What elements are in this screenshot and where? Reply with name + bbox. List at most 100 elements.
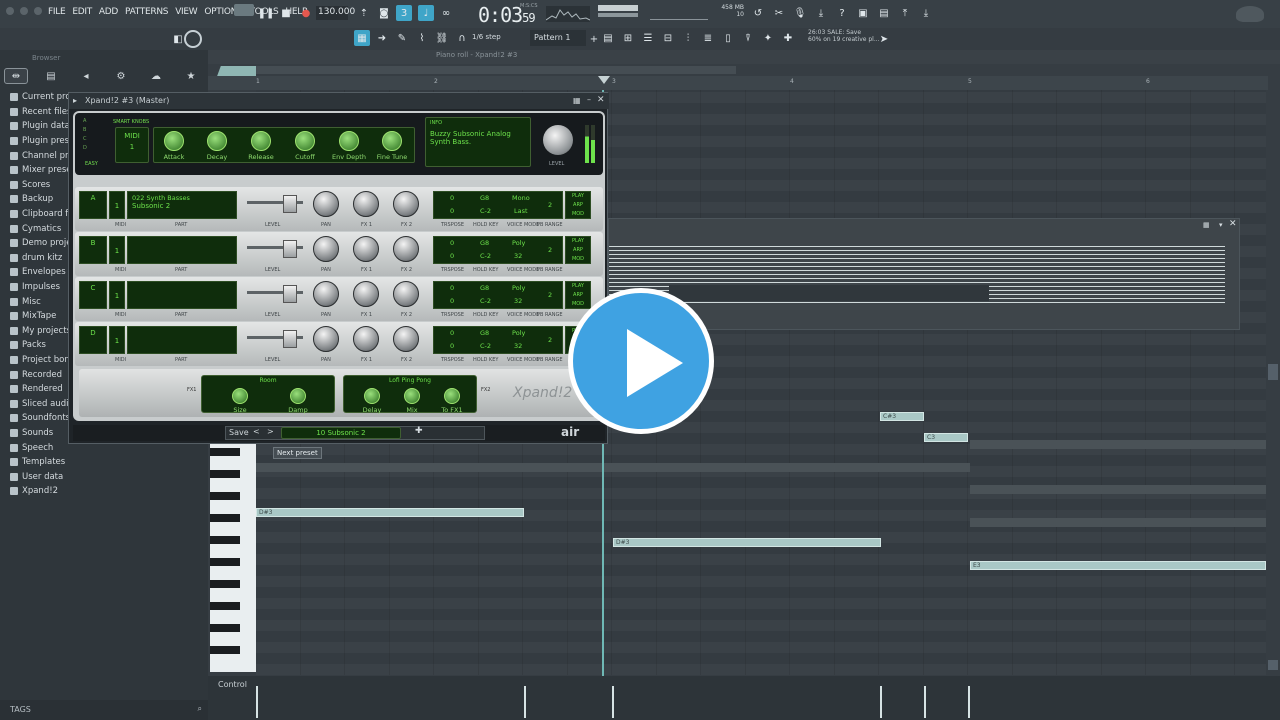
playlist-icon[interactable]: ▤ bbox=[600, 30, 616, 46]
mode-arp[interactable]: ARP bbox=[566, 291, 590, 300]
prev-preset-button[interactable]: < bbox=[253, 427, 260, 436]
pan-knob[interactable] bbox=[313, 191, 339, 217]
voice-mode[interactable]: Mono bbox=[512, 194, 530, 202]
step-edit-icon[interactable]: ♩ bbox=[418, 5, 434, 21]
fx1-knob[interactable] bbox=[353, 326, 379, 352]
channel-rack-icon[interactable]: ⊟ bbox=[660, 30, 676, 46]
mix-knob[interactable] bbox=[404, 388, 420, 404]
pitch-slider[interactable] bbox=[650, 4, 708, 20]
dot-icon[interactable] bbox=[20, 7, 28, 15]
voice-mode[interactable]: Poly bbox=[512, 329, 525, 337]
dot-icon[interactable] bbox=[34, 7, 42, 15]
browser-item[interactable]: Sliced audi bbox=[10, 396, 70, 411]
part-letter-button[interactable]: B bbox=[79, 236, 107, 264]
part-letter-button[interactable]: C bbox=[79, 281, 107, 309]
velocity-bar[interactable] bbox=[880, 686, 882, 718]
tempo-icon[interactable]: ✦ bbox=[760, 30, 776, 46]
plugin-icon[interactable]: ▯ bbox=[720, 30, 736, 46]
part-name-display[interactable] bbox=[127, 281, 237, 309]
fx1-knob[interactable] bbox=[353, 191, 379, 217]
transpose-value[interactable]: 0 bbox=[450, 342, 454, 350]
voice-mode[interactable]: Poly bbox=[512, 284, 525, 292]
wrench-icon[interactable]: ✚ bbox=[415, 426, 423, 436]
menu-view[interactable]: VIEW bbox=[175, 7, 198, 17]
faders-icon[interactable]: ⫶ bbox=[680, 30, 696, 46]
black-key[interactable] bbox=[210, 492, 240, 500]
fx2-name[interactable]: Lofi Ping Pong bbox=[344, 377, 476, 384]
browser-item[interactable]: Xpand!2 bbox=[10, 484, 70, 499]
mode-play[interactable]: PLAY bbox=[566, 192, 590, 201]
pb-range[interactable]: 2 bbox=[548, 201, 552, 209]
plugin-menu-icon[interactable]: ▸ bbox=[73, 96, 77, 105]
mode-mod[interactable]: MOD bbox=[566, 300, 590, 309]
mode-mod[interactable]: MOD bbox=[566, 210, 590, 219]
menu-file[interactable]: FILE bbox=[48, 7, 66, 17]
easy-label[interactable]: EASY bbox=[85, 161, 98, 167]
browser-item[interactable]: drum kitz bbox=[10, 251, 70, 266]
timeline-ruler[interactable]: 1 2 3 4 5 6 bbox=[208, 76, 1268, 90]
scroll-handle[interactable] bbox=[1268, 660, 1278, 670]
black-key[interactable] bbox=[210, 514, 240, 522]
import-icon[interactable]: ⤓ bbox=[918, 5, 934, 21]
black-key[interactable] bbox=[210, 580, 240, 588]
fx1-knob[interactable] bbox=[353, 236, 379, 262]
wait-icon[interactable]: ◙ bbox=[376, 5, 392, 21]
preset-name[interactable]: 10 Subsonic 2 bbox=[281, 427, 401, 439]
transpose-value[interactable]: 0 bbox=[450, 194, 454, 202]
news-arrow-icon[interactable]: ➤ bbox=[876, 31, 892, 47]
render-icon[interactable]: ⤒ bbox=[897, 5, 913, 21]
fine-tune-knob[interactable] bbox=[382, 131, 402, 151]
news-panel[interactable]: 26:03 SALE: Save 60% on 19 creative pl... bbox=[808, 29, 880, 43]
browser-item[interactable]: Channel pr bbox=[10, 148, 70, 163]
damp-knob[interactable] bbox=[290, 388, 306, 404]
transpose-value[interactable]: 0 bbox=[450, 297, 454, 305]
save-icon[interactable]: ▣ bbox=[855, 5, 871, 21]
mode-mod[interactable]: MOD bbox=[566, 255, 590, 264]
note[interactable]: E3 bbox=[970, 561, 1266, 570]
download-icon[interactable]: ⤓ bbox=[813, 5, 829, 21]
minimize-icon[interactable]: – bbox=[587, 95, 591, 104]
note[interactable]: C#3 bbox=[880, 412, 924, 421]
pan-knob[interactable] bbox=[313, 281, 339, 307]
note[interactable]: D#3 bbox=[256, 508, 524, 517]
touch-icon[interactable]: ⍒ bbox=[740, 30, 756, 46]
high-key[interactable]: G8 bbox=[480, 194, 489, 202]
cut-icon[interactable]: ✂ bbox=[771, 5, 787, 21]
vertical-scrollbar[interactable] bbox=[1268, 364, 1278, 380]
browser-item[interactable]: Mixer prese bbox=[10, 163, 70, 178]
browser-item[interactable]: Envelopes bbox=[10, 265, 70, 280]
loop-icon[interactable]: ∞ bbox=[438, 5, 454, 21]
attack-knob[interactable] bbox=[164, 131, 184, 151]
browser-item[interactable]: Backup bbox=[10, 192, 70, 207]
pencil-icon[interactable]: ✎ bbox=[394, 30, 410, 46]
playhead-marker[interactable] bbox=[598, 76, 610, 84]
black-key[interactable] bbox=[210, 624, 240, 632]
browser-item[interactable]: Clipboard f bbox=[10, 207, 70, 222]
tempo-display[interactable]: 130.000 bbox=[316, 6, 355, 20]
close-icon[interactable]: ✕ bbox=[597, 95, 605, 105]
pb-range[interactable]: 2 bbox=[548, 246, 552, 254]
note[interactable]: C3 bbox=[924, 433, 968, 442]
browser-item[interactable]: Plugin pres bbox=[10, 134, 70, 149]
tab-plugins[interactable]: ◂ bbox=[74, 68, 98, 84]
browser-item[interactable]: Current pro bbox=[10, 90, 70, 105]
cutoff-knob[interactable] bbox=[295, 131, 315, 151]
link-icon[interactable]: ⛓ bbox=[434, 30, 450, 46]
save-button[interactable]: Save bbox=[229, 428, 249, 437]
tab-database[interactable]: ⚙ bbox=[109, 68, 133, 84]
pb-range[interactable]: 2 bbox=[548, 336, 552, 344]
countdown-icon[interactable]: 3 bbox=[396, 5, 412, 21]
delay-knob[interactable] bbox=[364, 388, 380, 404]
midi-display[interactable]: MIDI 1 bbox=[115, 127, 149, 163]
next-preset-button[interactable]: > bbox=[267, 427, 274, 436]
browser-item[interactable]: Misc bbox=[10, 294, 70, 309]
fx2-knob[interactable] bbox=[393, 236, 419, 262]
browser-item[interactable]: My projects bbox=[10, 324, 70, 339]
part-name-display[interactable] bbox=[127, 326, 237, 354]
browser-item[interactable]: User data bbox=[10, 469, 70, 484]
transpose-value[interactable]: 0 bbox=[450, 329, 454, 337]
level-fader[interactable] bbox=[283, 285, 297, 303]
browser-item[interactable]: Plugin data bbox=[10, 119, 70, 134]
part-letter-button[interactable]: D bbox=[79, 326, 107, 354]
voice-count[interactable]: 32 bbox=[514, 342, 522, 350]
